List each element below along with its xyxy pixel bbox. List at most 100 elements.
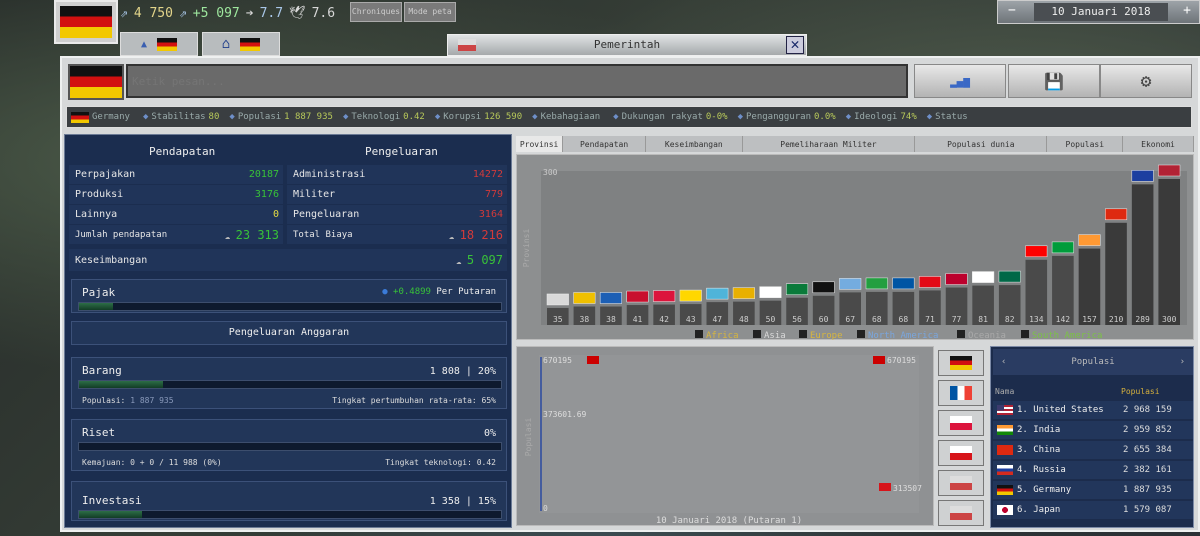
- government-building-icon: ⌂: [221, 36, 231, 52]
- in-flag-icon: [997, 425, 1013, 435]
- series-end-label: 313507: [893, 484, 922, 493]
- next-button[interactable]: ›: [1180, 357, 1185, 367]
- bar-value-label: 43: [686, 315, 696, 324]
- country-button-austria[interactable]: [938, 470, 984, 496]
- bar-flag-icon: [546, 293, 569, 306]
- ranking-row[interactable]: 2. India 2 959 852: [993, 421, 1193, 439]
- save-button[interactable]: 💾: [1008, 64, 1100, 98]
- bar-flag-icon: [972, 271, 995, 283]
- stat-icon: ◆: [926, 112, 933, 122]
- stat-item[interactable]: ◆ Teknologi 0.42: [343, 112, 425, 122]
- chart-tab[interactable]: Pendapatan: [563, 136, 646, 152]
- speed-up-button[interactable]: +: [1183, 3, 1191, 18]
- bar[interactable]: [1078, 248, 1101, 325]
- bar[interactable]: [1131, 184, 1154, 325]
- income-total-row: Jumlah pendapatan ☁ 23 313: [69, 225, 283, 244]
- bar[interactable]: [1105, 222, 1127, 325]
- bar-flag-icon: [1051, 241, 1074, 254]
- bar-flag-icon: [786, 283, 809, 295]
- chart-tab[interactable]: Ekonomi: [1123, 136, 1194, 152]
- country-button-denmark[interactable]: [938, 500, 984, 526]
- de-flag-icon: [997, 485, 1013, 495]
- country-button-germany[interactable]: [938, 350, 984, 376]
- investment-slider[interactable]: [78, 510, 502, 519]
- income-label: Lainnya: [75, 209, 118, 220]
- player-country-flag[interactable]: [54, 0, 118, 44]
- ranking-row[interactable]: 6. Japan 1 579 087: [993, 501, 1193, 519]
- ranking-row[interactable]: 5. Germany 1 887 935: [993, 481, 1193, 499]
- stat-item[interactable]: ◆ Dukungan rakyat 0-0%: [613, 112, 727, 122]
- stats-button[interactable]: ▂▄▆: [914, 64, 1006, 98]
- ranking-country: 5. Germany: [1017, 485, 1072, 495]
- ranking-row[interactable]: 4. Russia 2 382 161: [993, 461, 1193, 479]
- stat-value: 80: [208, 112, 220, 122]
- tax-slider[interactable]: [78, 302, 502, 311]
- previous-button[interactable]: ‹: [1001, 357, 1006, 367]
- goods-slider[interactable]: [78, 380, 502, 389]
- research-slider[interactable]: [78, 442, 502, 451]
- jp-flag-icon: [997, 505, 1013, 515]
- ranking-value: 2 655 384: [1123, 445, 1172, 455]
- tax-label: Pajak: [82, 286, 116, 299]
- settings-button[interactable]: ⚙: [1100, 64, 1192, 98]
- country-button-france[interactable]: [938, 380, 984, 406]
- map-mode-button[interactable]: Mode peta: [404, 2, 456, 22]
- stat-value: 1 887 935: [284, 112, 333, 122]
- country-button-poland[interactable]: [938, 410, 984, 436]
- bar[interactable]: [1158, 179, 1180, 325]
- chart-tab[interactable]: Keseimbangan: [646, 136, 743, 152]
- speed-down-button[interactable]: −: [1008, 3, 1016, 18]
- stat-item[interactable]: ◆ Stabilitas 80: [143, 112, 219, 122]
- ranking-columns: Nama Populasi: [995, 387, 1191, 396]
- stat-item[interactable]: ◆ Kebahagiaan: [532, 112, 603, 122]
- stat-item[interactable]: ◆ Korupsi 126 590: [435, 112, 522, 122]
- chart-tab[interactable]: Populasi: [1047, 136, 1124, 152]
- germany-flag-icon: [68, 64, 124, 100]
- chart-tab[interactable]: Populasi dunia: [915, 136, 1048, 152]
- y-axis-label: Provinsi: [522, 229, 531, 268]
- tab-economy[interactable]: ▲: [120, 32, 198, 56]
- stat-item[interactable]: ◆ Populasi 1 887 935: [229, 112, 333, 122]
- bar-value-label: 42: [659, 315, 669, 324]
- arrow-icon: ➔: [245, 5, 254, 21]
- goods-growth: Tingkat pertumbuhan rata-rata: 65%: [332, 396, 496, 405]
- bar-flag-icon: [706, 287, 729, 300]
- chart-tab[interactable]: Provinsi: [516, 136, 564, 152]
- chronicle-button[interactable]: Chroniques: [350, 2, 402, 22]
- stat-label: Teknologi: [351, 112, 401, 122]
- bar-flag-icon: [812, 281, 835, 294]
- ranking-row[interactable]: 3. China 2 655 384: [993, 441, 1193, 459]
- bar-value-label: 41: [633, 315, 643, 324]
- tax-rate: ● +0.4899 Per Putaran: [382, 287, 496, 297]
- bar-value-label: 82: [1005, 315, 1015, 324]
- country-button-czech[interactable]: [938, 440, 984, 466]
- goods-label: Barang: [82, 364, 122, 377]
- bar-flag-icon: [839, 278, 862, 290]
- income-icon: ⇗: [178, 5, 187, 21]
- ranking-value: 2 382 161: [1123, 465, 1172, 475]
- stat-item[interactable]: ◆ Status: [927, 112, 971, 122]
- tab-government[interactable]: ⌂: [202, 32, 280, 56]
- stat-icon: ◆: [229, 112, 235, 122]
- ranking-title: Populasi: [1071, 357, 1115, 367]
- stat-item[interactable]: ◆ Pengangguran 0.0%: [738, 112, 836, 122]
- bar-flag-icon: [1105, 208, 1128, 221]
- stat-item[interactable]: ◆ Ideologi 74%: [846, 112, 917, 122]
- close-button[interactable]: ✕: [786, 36, 804, 54]
- goods-slider-fill: [79, 381, 164, 388]
- message-input[interactable]: [126, 64, 908, 98]
- legend-swatch: [857, 330, 865, 338]
- bar-flag-icon: [679, 289, 702, 302]
- cn-flag-icon: [997, 445, 1013, 455]
- window-title: Pemerintah: [593, 38, 661, 51]
- bar-value-label: 38: [580, 315, 590, 324]
- government-window-titlebar[interactable]: Pemerintah ✕: [447, 34, 807, 56]
- resource-bar: ⇗ 4 750 ⇗ +5 097 ➔ 7.7 🕊 7.6: [120, 2, 346, 24]
- ranking-row[interactable]: 1. United States 2 968 159: [993, 401, 1193, 419]
- chart-tab[interactable]: Pemeliharaan Militer: [743, 136, 916, 152]
- bar-value-label: 60: [819, 315, 829, 324]
- income-heading: Pendapatan: [149, 145, 216, 158]
- stat-item[interactable]: Germany: [71, 111, 133, 123]
- ranking-value: 2 959 852: [1123, 425, 1172, 435]
- budget-panel: Pendapatan Pengeluaran Perpajakan 20187 …: [64, 134, 512, 528]
